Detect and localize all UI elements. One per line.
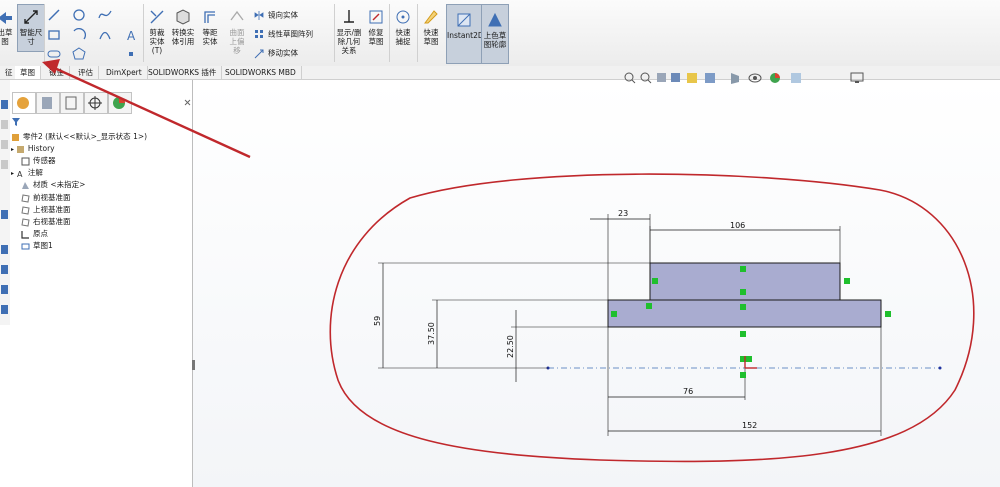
dimension-76[interactable]: 76 [683,387,693,396]
dimension-23[interactable]: 23 [618,209,628,218]
dimension-59[interactable]: 59 [373,316,382,326]
dimension-37-50[interactable]: 37.50 [427,322,436,345]
dimension-106[interactable]: 106 [730,221,745,230]
red-annotation-arrow [49,64,251,159]
dimension-152[interactable]: 152 [742,421,757,430]
panel-splitter-handle[interactable] [192,360,195,370]
sketch-drawing: 23 106 59 37.50 22.50 76 152 [42,59,975,463]
centerline-endpoint[interactable] [938,366,942,370]
dimension-22-50[interactable]: 22.50 [506,335,515,358]
red-arrowhead [42,59,60,74]
